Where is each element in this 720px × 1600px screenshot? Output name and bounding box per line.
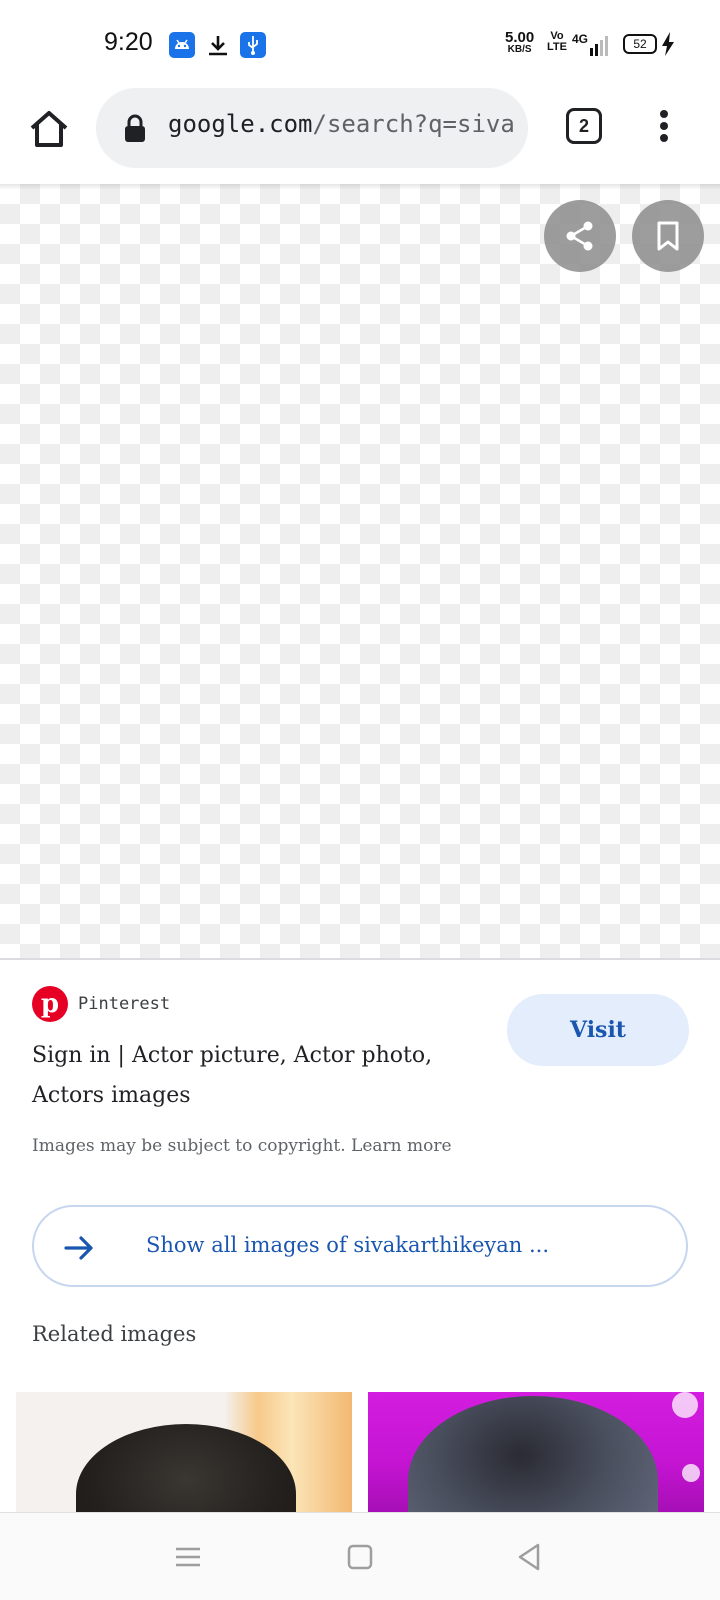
bookmark-icon	[657, 221, 679, 251]
related-image-thumbnail[interactable]	[368, 1392, 704, 1512]
network-speed: 5.00 KB/S	[505, 30, 534, 55]
save-button[interactable]	[632, 200, 704, 272]
network-speed-value: 5.00	[505, 29, 535, 46]
home-icon	[30, 111, 68, 147]
volte-indicator: Vo LTE	[547, 31, 567, 53]
url-host: google.com	[168, 110, 313, 138]
related-images-heading: Related images	[32, 1322, 197, 1346]
url-text: google.com/search?q=sivak	[168, 110, 514, 138]
thumbnail-bokeh	[682, 1464, 700, 1482]
thumbnail-bokeh	[672, 1392, 698, 1418]
toolbar-shadow	[0, 184, 720, 190]
visit-button[interactable]: Visit	[507, 994, 689, 1066]
url-bar[interactable]: google.com/search?q=sivak	[96, 88, 528, 168]
url-path: /search?q=sivak	[312, 110, 515, 138]
network-speed-unit: KB/S	[507, 44, 532, 55]
share-button[interactable]	[544, 200, 616, 272]
learn-more-link[interactable]: Learn more	[351, 1136, 452, 1156]
signal-icon	[590, 36, 612, 56]
browser-toolbar: google.com/search?q=sivak 2	[0, 88, 720, 184]
source-name: Pinterest	[78, 994, 171, 1014]
image-preview[interactable]	[0, 184, 720, 960]
menu-dot	[660, 110, 668, 118]
related-image-thumbnail[interactable]	[16, 1392, 352, 1512]
show-all-label: Show all images of sivakarthikeyan ...	[146, 1233, 549, 1257]
tab-switcher-button[interactable]: 2	[566, 108, 602, 144]
pinterest-logo: p	[32, 986, 68, 1022]
lock-icon	[123, 113, 147, 143]
thumbnail-content	[76, 1424, 296, 1512]
menu-dot	[660, 134, 668, 142]
arrow-right-icon	[62, 1231, 96, 1265]
square-home-icon[interactable]	[344, 1541, 376, 1573]
download-icon	[205, 32, 231, 58]
menu-dot	[660, 122, 668, 130]
back-triangle-icon[interactable]	[514, 1541, 546, 1573]
usb-icon	[240, 32, 266, 58]
thumbnail-content	[408, 1396, 658, 1512]
image-title[interactable]: Sign in | Actor picture, Actor photo, Ac…	[32, 1036, 482, 1116]
show-all-images-button[interactable]: Show all images of sivakarthikeyan ...	[32, 1205, 688, 1287]
share-icon	[566, 221, 593, 251]
android-icon	[169, 32, 195, 58]
copyright-notice: Images may be subject to copyright. Lear…	[32, 1136, 452, 1156]
home-button[interactable]	[28, 108, 70, 150]
menu-icon[interactable]	[172, 1541, 204, 1573]
overflow-menu-button[interactable]	[652, 110, 676, 146]
charging-icon	[661, 32, 675, 56]
status-time: 9:20	[104, 28, 153, 56]
status-bar: 9:20 5.00 KB/S Vo LTE 4G 52	[0, 0, 720, 88]
volte-bottom: LTE	[547, 41, 567, 53]
network-type: 4G	[572, 32, 589, 46]
system-navigation-bar	[0, 1512, 720, 1600]
battery-icon: 52	[623, 34, 657, 54]
copyright-text: Images may be subject to copyright.	[32, 1136, 346, 1156]
